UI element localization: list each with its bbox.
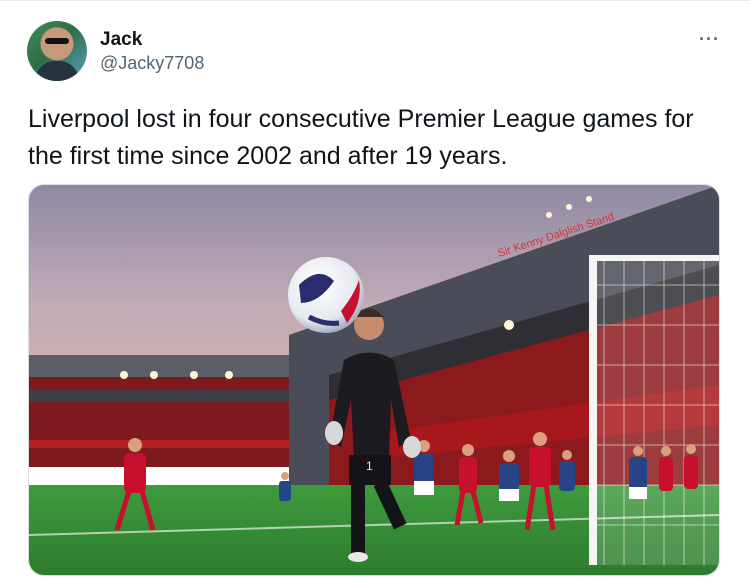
- avatar-glasses: [45, 38, 69, 44]
- football: [288, 257, 364, 333]
- avatar[interactable]: [27, 21, 87, 81]
- goal-net: [589, 255, 719, 565]
- stadium-photo: Sir Kenny Dalglish Stand 1: [29, 185, 719, 575]
- tweet-photo[interactable]: Sir Kenny Dalglish Stand 1: [28, 184, 720, 576]
- tweet-text: Liverpool lost in four consecutive Premi…: [28, 105, 694, 170]
- avatar-shirt: [35, 61, 79, 81]
- more-options-icon[interactable]: ···: [699, 29, 720, 50]
- author-handle[interactable]: @Jacky7708: [100, 53, 204, 74]
- goalkeeper-number: 1: [366, 459, 373, 473]
- author-name[interactable]: Jack: [100, 29, 142, 51]
- tweet-card: Jack @Jacky7708 ··· Liverpool lost in fo…: [0, 0, 750, 580]
